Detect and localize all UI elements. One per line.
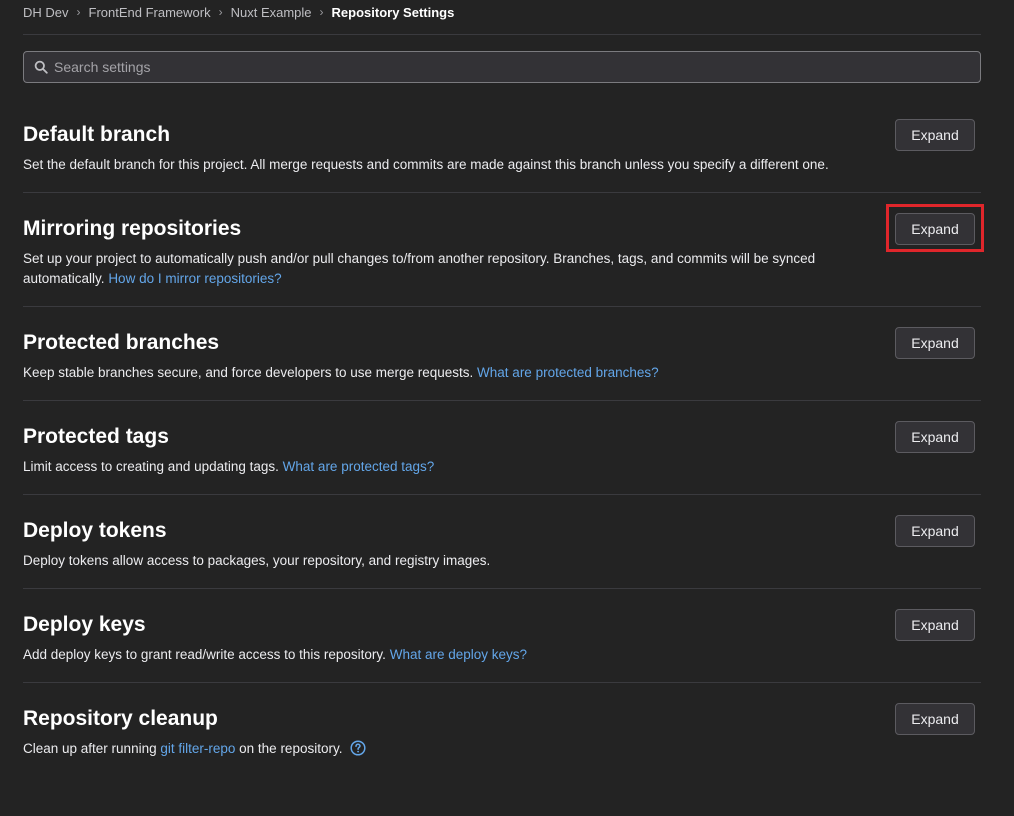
description-text: Add deploy keys to grant read/write acce… bbox=[23, 647, 386, 662]
section-protected-tags: Protected tags Limit access to creating … bbox=[23, 401, 981, 495]
search-box[interactable] bbox=[23, 51, 981, 83]
expand-button-mirroring-repositories[interactable]: Expand bbox=[895, 213, 975, 245]
section-description: Keep stable branches secure, and force d… bbox=[23, 363, 981, 383]
description-text: Set the default branch for this project.… bbox=[23, 157, 829, 172]
chevron-right-icon: › bbox=[76, 5, 81, 19]
section-repository-cleanup: Repository cleanup Clean up after runnin… bbox=[23, 683, 981, 776]
settings-sections: Default branch Set the default branch fo… bbox=[23, 99, 984, 776]
section-title: Protected tags bbox=[23, 425, 169, 448]
section-deploy-tokens: Deploy tokens Deploy tokens allow access… bbox=[23, 495, 981, 589]
section-description: Deploy tokens allow access to packages, … bbox=[23, 551, 981, 571]
git-filter-repo-link[interactable]: git filter-repo bbox=[160, 741, 235, 756]
question-circle-icon[interactable] bbox=[350, 740, 366, 756]
section-deploy-keys: Deploy keys Add deploy keys to grant rea… bbox=[23, 589, 981, 683]
search-input[interactable] bbox=[52, 52, 980, 82]
expand-button-deploy-tokens[interactable]: Expand bbox=[895, 515, 975, 547]
section-title: Default branch bbox=[23, 123, 171, 146]
chevron-right-icon: › bbox=[218, 5, 223, 19]
chevron-right-icon: › bbox=[319, 5, 324, 19]
breadcrumb-current: Repository Settings bbox=[331, 4, 455, 20]
expand-button-repository-cleanup[interactable]: Expand bbox=[895, 703, 975, 735]
expand-button-default-branch[interactable]: Expand bbox=[895, 119, 975, 151]
section-default-branch: Default branch Set the default branch fo… bbox=[23, 99, 981, 193]
breadcrumb-item-subgroup[interactable]: FrontEnd Framework bbox=[89, 5, 211, 20]
help-link-mirror[interactable]: How do I mirror repositories? bbox=[108, 271, 281, 286]
description-text: Deploy tokens allow access to packages, … bbox=[23, 553, 491, 568]
section-description: Clean up after running git filter-repo o… bbox=[23, 739, 981, 759]
section-description: Set up your project to automatically pus… bbox=[23, 249, 981, 289]
description-text: on the repository. bbox=[239, 741, 343, 756]
expand-button-deploy-keys[interactable]: Expand bbox=[895, 609, 975, 641]
breadcrumb-item-group[interactable]: DH Dev bbox=[23, 5, 69, 20]
section-title: Repository cleanup bbox=[23, 707, 218, 730]
search-icon bbox=[34, 60, 48, 74]
description-text: Keep stable branches secure, and force d… bbox=[23, 365, 474, 380]
section-description: Limit access to creating and updating ta… bbox=[23, 457, 981, 477]
section-title: Mirroring repositories bbox=[23, 217, 242, 240]
breadcrumb-item-project[interactable]: Nuxt Example bbox=[231, 5, 312, 20]
section-title: Protected branches bbox=[23, 331, 220, 354]
description-text: Limit access to creating and updating ta… bbox=[23, 459, 279, 474]
section-protected-branches: Protected branches Keep stable branches … bbox=[23, 307, 981, 401]
help-link-deploy-keys[interactable]: What are deploy keys? bbox=[390, 647, 527, 662]
expand-button-protected-tags[interactable]: Expand bbox=[895, 421, 975, 453]
description-text: Clean up after running bbox=[23, 741, 157, 756]
section-description: Add deploy keys to grant read/write acce… bbox=[23, 645, 981, 665]
divider bbox=[23, 34, 981, 35]
help-link-protected-branches[interactable]: What are protected branches? bbox=[477, 365, 659, 380]
section-title: Deploy keys bbox=[23, 613, 146, 636]
expand-button-protected-branches[interactable]: Expand bbox=[895, 327, 975, 359]
section-title: Deploy tokens bbox=[23, 519, 167, 542]
section-mirroring-repositories: Mirroring repositories Set up your proje… bbox=[23, 193, 984, 307]
section-description: Set the default branch for this project.… bbox=[23, 155, 981, 175]
breadcrumb: DH Dev › FrontEnd Framework › Nuxt Examp… bbox=[23, 0, 454, 24]
help-link-protected-tags[interactable]: What are protected tags? bbox=[283, 459, 435, 474]
